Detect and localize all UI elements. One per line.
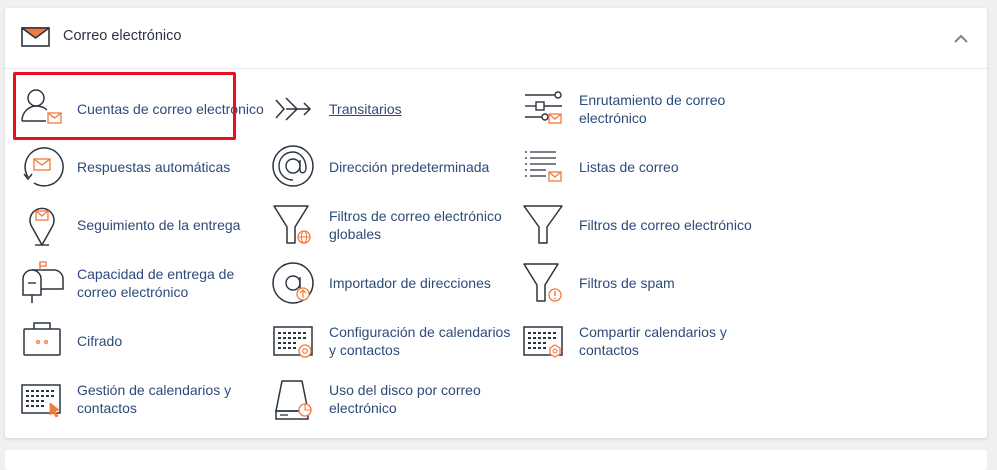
selection-highlight — [13, 72, 236, 140]
disk-usage-icon — [272, 375, 320, 423]
item-label: Enrutamiento de correo electrónico — [579, 92, 726, 126]
item-label: Capacidad de entrega de correo electróni… — [77, 266, 235, 300]
item-track-delivery[interactable]: Seguimiento de la entrega — [20, 201, 270, 253]
item-global-filters[interactable]: Filtros de correo electrónico globales — [272, 201, 522, 253]
forwarders-icon — [272, 85, 320, 133]
item-label: Configuración de calendarios y contactos — [329, 324, 511, 358]
calendar-config-icon — [272, 317, 320, 365]
item-label: Respuestas automáticas — [77, 159, 231, 175]
item-default-address[interactable]: Dirección predeterminada — [272, 143, 522, 195]
item-email-filters[interactable]: Filtros de correo electrónico — [522, 201, 772, 253]
email-deliverability-icon — [20, 259, 68, 307]
envelope-icon — [21, 26, 50, 48]
chevron-up-icon[interactable] — [949, 28, 973, 50]
item-label: Filtros de correo electrónico — [579, 217, 752, 233]
item-label: Listas de correo — [579, 159, 679, 175]
email-routing-icon — [522, 85, 570, 133]
item-address-importer[interactable]: Importador de direcciones — [272, 259, 522, 311]
item-email-deliverability[interactable]: Capacidad de entrega de correo electróni… — [20, 259, 270, 311]
item-label: Filtros de spam — [579, 275, 675, 291]
default-address-icon — [272, 143, 320, 191]
section-header[interactable]: Correo electrónico — [5, 8, 987, 69]
item-label: Gestión de calendarios y contactos — [77, 382, 232, 416]
calendar-sharing-icon — [522, 317, 570, 365]
item-forwarders[interactable]: Transitarios — [272, 85, 522, 137]
item-label: Seguimiento de la entrega — [77, 217, 241, 233]
item-spam-filters[interactable]: Filtros de spam — [522, 259, 772, 311]
item-autoresponders[interactable]: Respuestas automáticas — [20, 143, 270, 195]
item-email-routing[interactable]: Enrutamiento de correo electrónico — [522, 85, 772, 137]
section-title: Correo electrónico — [63, 28, 182, 44]
address-importer-icon — [272, 259, 320, 307]
item-label: Importador de direcciones — [329, 275, 491, 291]
item-label: Compartir calendarios y contactos — [579, 324, 727, 358]
next-section-panel — [5, 450, 987, 470]
mailing-lists-icon — [522, 143, 570, 191]
item-label: Cifrado — [77, 333, 123, 349]
spam-filters-icon — [522, 259, 570, 307]
item-encryption[interactable]: Cifrado — [20, 317, 270, 369]
item-label: Filtros de correo electrónico globales — [329, 208, 502, 242]
email-filters-icon — [522, 201, 570, 249]
track-delivery-icon — [20, 201, 68, 249]
item-calendar-management[interactable]: Gestión de calendarios y contactos — [20, 375, 270, 427]
item-label: Dirección predeterminada — [329, 159, 490, 175]
encryption-icon — [20, 317, 68, 365]
item-label: Transitarios — [329, 101, 402, 117]
global-filters-icon — [272, 201, 320, 249]
item-mailing-lists[interactable]: Listas de correo — [522, 143, 772, 195]
item-calendar-config[interactable]: Configuración de calendarios y contactos — [272, 317, 522, 369]
item-disk-usage[interactable]: Uso del disco por correo electrónico — [272, 375, 522, 427]
autoresponders-icon — [20, 143, 68, 191]
item-label: Uso del disco por correo electrónico — [329, 382, 481, 416]
item-calendar-sharing[interactable]: Compartir calendarios y contactos — [522, 317, 772, 369]
calendar-management-icon — [20, 375, 68, 423]
